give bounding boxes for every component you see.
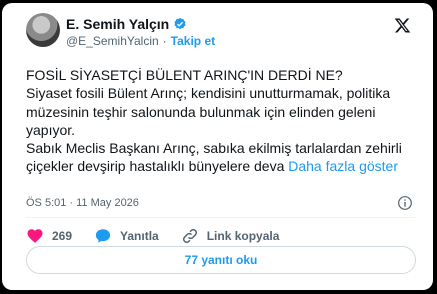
- timestamp[interactable]: ÖS 5:01 · 11 May 2026: [26, 197, 139, 209]
- tweet-line-3: Sabık Meclis Başkanı Arınç, sabıka ekilm…: [26, 139, 416, 176]
- follow-button[interactable]: Takip et: [171, 34, 215, 48]
- author-handle-row: @E_SemihYalcin · Takip et: [66, 34, 215, 48]
- like-count: 269: [52, 229, 73, 243]
- reply-label: Yanıtla: [120, 229, 159, 243]
- author-handle[interactable]: @E_SemihYalcin: [66, 34, 159, 48]
- copy-link-label: Link kopyala: [206, 229, 280, 243]
- tweet-text: FOSİL SİYASETÇİ BÜLENT ARINÇ'IN DERDİ NE…: [26, 66, 416, 176]
- copy-link-button[interactable]: Link kopyala: [181, 227, 280, 245]
- reply-button[interactable]: Yanıtla: [94, 227, 159, 245]
- timestamp-text[interactable]: ÖS 5:01 · 11 May 2026: [26, 197, 139, 209]
- author-name[interactable]: E. Semih Yalçın: [66, 16, 169, 32]
- tweet-line-1: FOSİL SİYASETÇİ BÜLENT ARINÇ'IN DERDİ NE…: [26, 67, 343, 83]
- info-icon[interactable]: [397, 195, 413, 211]
- like-button[interactable]: 269: [26, 227, 72, 245]
- tweet-card: E. Semih Yalçın @E_SemihYalcin · Takip e…: [2, 3, 433, 290]
- read-replies-label: 77 yanıtı oku: [184, 253, 258, 267]
- divider: [26, 217, 415, 218]
- read-replies-button[interactable]: 77 yanıtı oku: [26, 246, 416, 274]
- show-more-link[interactable]: Daha fazla göster: [288, 158, 398, 174]
- verified-badge-icon: [174, 17, 186, 30]
- avatar[interactable]: [26, 13, 60, 47]
- x-logo-icon[interactable]: [394, 17, 411, 34]
- separator-dot: ·: [162, 34, 167, 48]
- link-icon: [182, 228, 197, 244]
- reply-icon: [95, 229, 111, 243]
- author-name-row: E. Semih Yalçın: [66, 16, 187, 32]
- action-bar: 269 Yanıtla Link kopyala: [26, 227, 301, 245]
- tweet-line-2: Siyaset fosili Bülent Arınç; kendisini u…: [26, 85, 391, 138]
- heart-icon: [27, 229, 43, 243]
